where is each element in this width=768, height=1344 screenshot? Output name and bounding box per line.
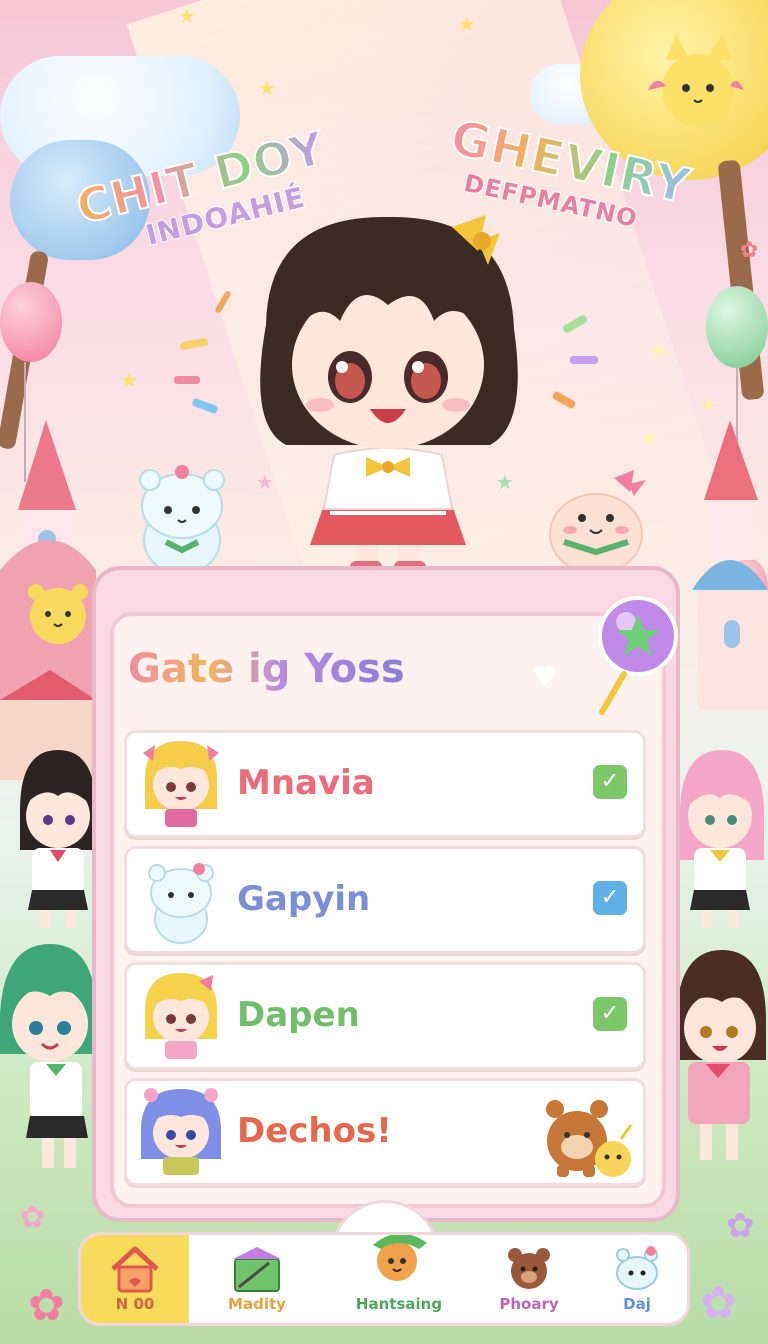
checkbox-checked[interactable]: ✓ <box>593 997 627 1031</box>
roster-row-name: Dechos! <box>236 1110 393 1152</box>
side-character-dark-hair <box>20 750 96 928</box>
avatar-white-bear-pet <box>148 863 214 944</box>
roster-row-name: Gapyin <box>236 878 371 920</box>
star-decoration: ★ <box>700 392 718 416</box>
tab-phoary[interactable]: Phoary <box>473 1235 585 1323</box>
bunny-icon <box>616 1246 658 1290</box>
roster-row-name: Dapen <box>236 994 361 1036</box>
roster-row-1[interactable]: Mnavia ✓ <box>124 730 646 838</box>
roster-row-name: Mnavia <box>236 762 376 804</box>
roster-row-2[interactable]: Gapyin ✓ <box>124 846 646 954</box>
tab-hantsaing[interactable]: Hantsaing <box>325 1235 473 1323</box>
balloon-green <box>706 286 768 368</box>
side-character-pink-hair <box>680 750 764 928</box>
star-decoration: ★ <box>258 76 276 100</box>
side-character-green-hair <box>0 944 96 1168</box>
tab-daj[interactable]: Daj <box>585 1235 687 1323</box>
panel-title: Gate ig Yoss <box>128 646 405 692</box>
side-character-brown-hair <box>676 950 766 1160</box>
star-decoration: ★ <box>650 338 668 362</box>
balloon-pink <box>0 282 62 362</box>
star-wand-icon[interactable] <box>594 590 684 720</box>
bottom-nav: N 00 Madity Hantsaing Phoary Daj <box>78 1232 690 1326</box>
flower-decoration: ✿ <box>28 1280 65 1331</box>
tab-label: Phoary <box>499 1295 559 1313</box>
flower-decoration: ✿ <box>20 1200 46 1235</box>
star-decoration: ★ <box>640 426 658 450</box>
pet-yellow-cat-tree <box>648 34 744 126</box>
ranger-pet-icon <box>373 1235 427 1281</box>
roster-row-3[interactable]: Dapen ✓ <box>124 962 646 1070</box>
tab-label: Hantsaing <box>355 1295 443 1313</box>
avatar-blonde-girl <box>143 741 219 827</box>
bear-icon <box>508 1248 550 1289</box>
checkbox-checked[interactable]: ✓ <box>593 881 627 915</box>
tab-label: N 00 <box>115 1295 155 1313</box>
flower-decoration: ✿ <box>726 1206 755 1246</box>
heart-icon: ♥ <box>532 660 558 693</box>
gift-box-icon <box>233 1247 281 1292</box>
tab-madity[interactable]: Madity <box>189 1235 325 1323</box>
flower-decoration: ✿ <box>700 1278 737 1329</box>
pet-yellow-bear <box>28 584 88 644</box>
pet-bear-white <box>139 465 225 578</box>
star-decoration: ★ <box>458 12 476 36</box>
avatar-yellow-hair-girl <box>145 973 217 1059</box>
hero-character <box>260 215 518 589</box>
avatar-blue-hair-girl <box>141 1088 221 1175</box>
tab-label: Madity <box>228 1295 286 1313</box>
pet-companions <box>546 1100 633 1177</box>
tab-label: Daj <box>623 1295 651 1313</box>
pet-dino-pink <box>549 470 646 580</box>
house-icon <box>111 1246 159 1293</box>
star-decoration: ★ <box>120 368 138 392</box>
flower-decoration: ✿ <box>740 238 759 263</box>
roster-row-4[interactable]: Dechos! <box>124 1078 646 1186</box>
checkbox-checked[interactable]: ✓ <box>593 765 627 799</box>
tab-home[interactable]: N 00 <box>81 1235 189 1323</box>
star-decoration: ★ <box>178 4 196 28</box>
